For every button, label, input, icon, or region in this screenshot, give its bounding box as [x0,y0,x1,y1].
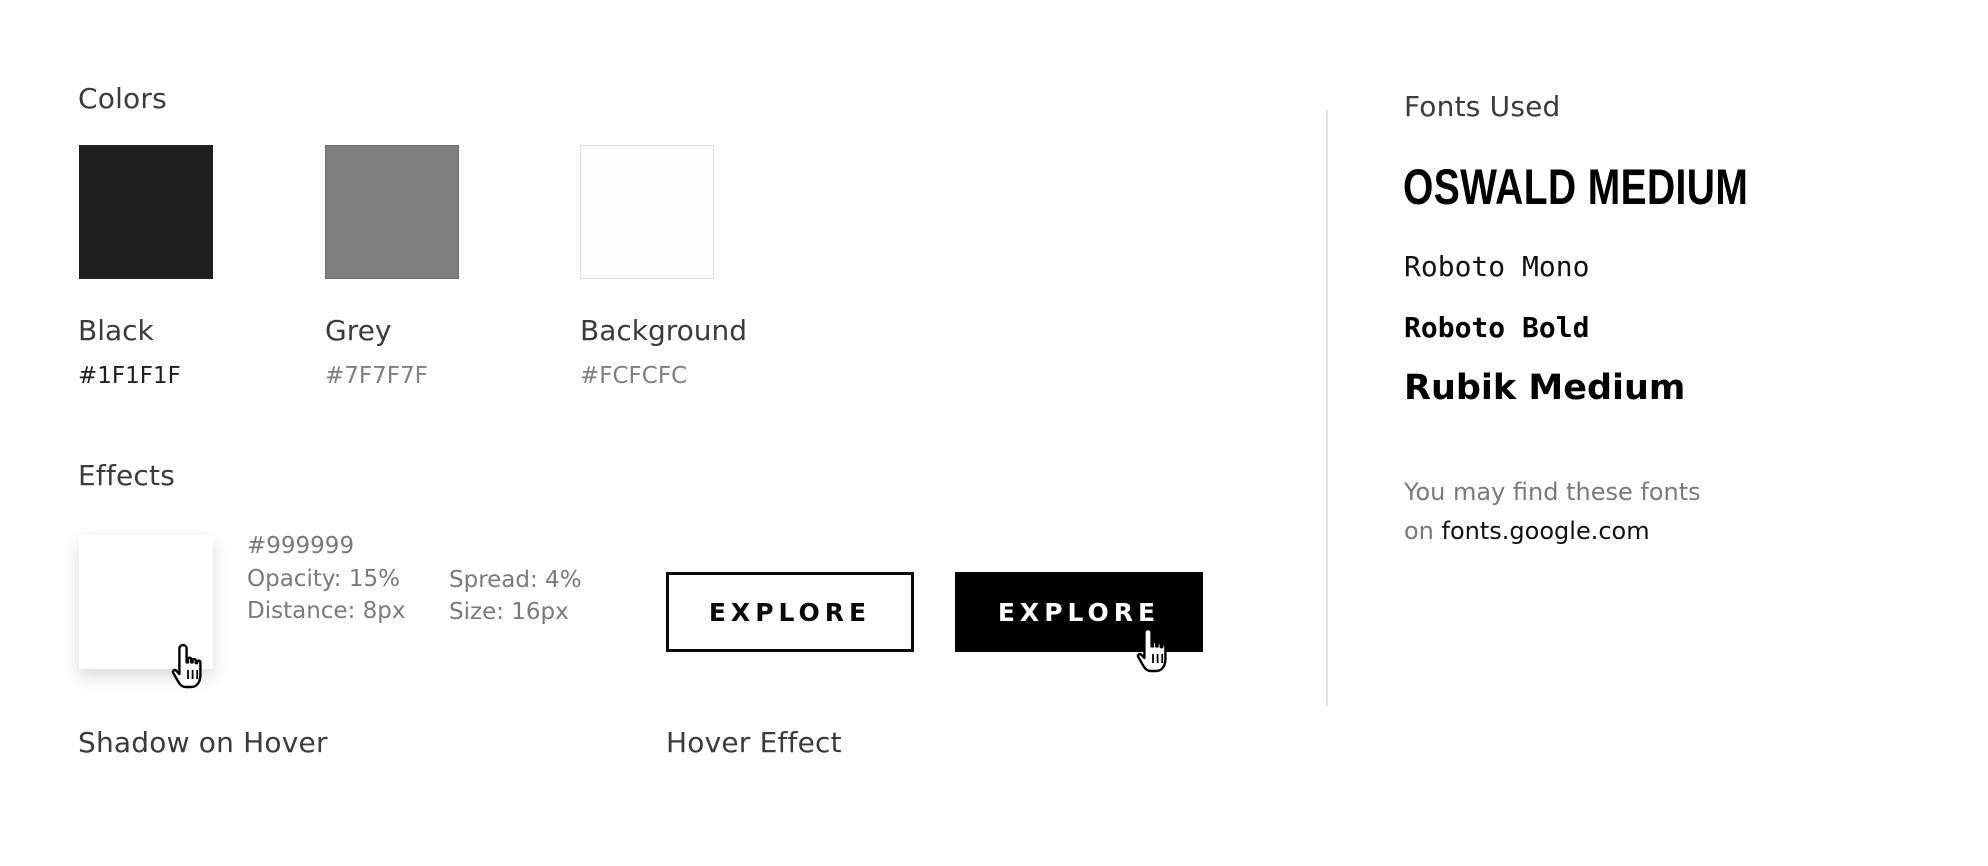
explore-outline-button[interactable]: EXPLORE [666,572,914,652]
black-swatch [79,145,213,279]
shadow-color-value: #999999 [247,533,355,559]
colors-heading: Colors [78,82,167,115]
fonts-note-line1: You may find these fonts [1404,478,1701,506]
grey-swatch [325,145,459,279]
background-swatch [580,145,714,279]
black-swatch-name: Black [78,314,154,347]
background-swatch-hex: #FCFCFC [580,363,688,389]
hand-pointer-icon [1136,627,1167,673]
vertical-divider [1326,110,1328,706]
shadow-opacity-value: Opacity: 15% [247,566,400,592]
fonts-heading: Fonts Used [1404,90,1561,123]
shadow-spread-value: Spread: 4% [449,567,582,593]
fonts-note: You may find these fonts on fonts.google… [1404,473,1701,551]
fonts-note-line2: on fonts.google.com [1404,512,1701,551]
fonts-google-link[interactable]: fonts.google.com [1442,517,1650,545]
font-sample-rubik: Rubik Medium [1404,368,1686,408]
shadow-size-value: Size: 16px [449,599,569,625]
grey-swatch-name: Grey [325,314,392,347]
fonts-note-on: on [1404,517,1434,545]
font-sample-roboto-bold: Roboto Bold [1404,311,1590,344]
shadow-distance-value: Distance: 8px [247,598,406,624]
font-sample-oswald: OSWALD MEDIUM [1403,159,1749,215]
font-sample-roboto-mono: Roboto Mono [1404,250,1590,283]
effects-heading: Effects [78,459,175,492]
black-swatch-hex: #1F1F1F [78,363,181,389]
hand-pointer-icon [171,643,202,689]
grey-swatch-hex: #7F7F7F [325,363,428,389]
shadow-caption: Shadow on Hover [78,726,328,759]
background-swatch-name: Background [580,314,748,347]
hover-caption: Hover Effect [666,726,842,759]
